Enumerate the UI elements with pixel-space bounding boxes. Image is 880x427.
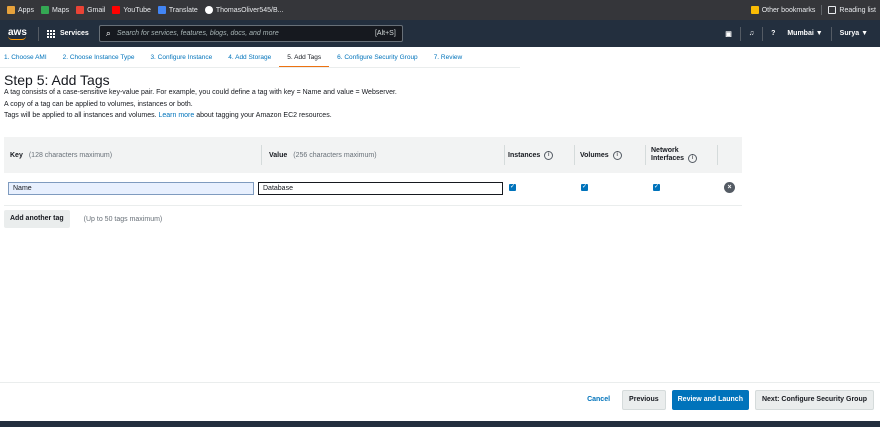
gmail-icon	[76, 6, 85, 14]
tag-value-input[interactable]: Database	[258, 182, 503, 195]
services-label: Services	[60, 30, 89, 37]
bookmark-label: YouTube	[123, 6, 151, 14]
instances-column-header: Instances i	[508, 137, 554, 173]
other-bookmarks[interactable]: Other bookmarks	[750, 6, 816, 14]
cancel-button[interactable]: Cancel	[581, 390, 616, 410]
github-icon	[204, 6, 213, 14]
wizard-step-choose-ami[interactable]: 1. Choose AMI	[0, 48, 55, 68]
volumes-checkbox[interactable]: ✓	[581, 184, 588, 191]
description-line-1: A tag consists of a case-sensitive key-v…	[4, 89, 397, 96]
next-configure-security-group-button[interactable]: Next: Configure Security Group	[754, 390, 874, 410]
add-another-tag-button[interactable]: Add another tag	[4, 210, 70, 228]
notifications-icon[interactable]: ♫	[749, 30, 754, 37]
description-line-3: Tags will be applied to all instances an…	[4, 112, 332, 119]
bookmark-apps[interactable]: Apps	[7, 6, 34, 14]
wizard-step-instance-type[interactable]: 2. Choose Instance Type	[55, 48, 143, 68]
table-row: Name Database ✓ ✓ ✓ ×	[4, 173, 742, 206]
search-input[interactable]: ⌕ Search for services, features, blogs, …	[98, 25, 403, 42]
folder-icon	[750, 6, 759, 14]
bookmark-youtube[interactable]: YouTube	[112, 6, 151, 14]
add-tag-hint: (Up to 50 tags maximum)	[83, 215, 163, 223]
aws-logo[interactable]: aws	[8, 27, 30, 40]
instances-checkbox[interactable]: ✓	[509, 184, 516, 191]
bookmark-github[interactable]: ThomasOliver545/B...	[204, 6, 284, 14]
remove-tag-icon[interactable]: ×	[724, 182, 735, 193]
wizard-steps: 1. Choose AMI 2. Choose Instance Type 3.…	[0, 48, 880, 68]
previous-button[interactable]: Previous	[622, 390, 666, 410]
bookmark-label: ThomasOliver545/B...	[215, 6, 284, 14]
aws-navbar: aws Services ⌕ Search for services, feat…	[0, 20, 880, 47]
bookmarks-bar: Apps Maps Gmail YouTube Translate Thomas…	[0, 0, 880, 20]
bookmark-label: Translate	[168, 6, 198, 14]
page-title: Step 5: Add Tags	[4, 72, 110, 88]
bookmark-maps[interactable]: Maps	[40, 6, 70, 14]
grid-icon	[47, 29, 55, 38]
info-icon[interactable]: i	[612, 150, 622, 160]
key-column-header: Key (128 characters maximum)	[10, 151, 113, 159]
region-selector[interactable]: Mumbai ▼	[787, 30, 822, 37]
bookmark-label: Reading list	[839, 6, 876, 14]
bookmark-label: Apps	[18, 6, 34, 14]
volumes-column-header: Volumes i	[580, 137, 622, 173]
info-icon[interactable]: i	[544, 150, 554, 160]
translate-icon	[157, 6, 166, 14]
wizard-actions: Cancel Previous Review and Launch Next: …	[575, 390, 874, 410]
network-interfaces-checkbox[interactable]: ✓	[653, 184, 660, 191]
value-column-header: Value (256 characters maximum)	[269, 151, 377, 159]
wizard-step-review[interactable]: 7. Review	[426, 48, 471, 68]
bookmark-translate[interactable]: Translate	[157, 6, 198, 14]
search-icon: ⌕	[105, 28, 111, 38]
learn-more-link[interactable]: Learn more	[158, 112, 194, 119]
bookmark-label: Other bookmarks	[761, 6, 816, 14]
reading-list[interactable]: Reading list	[828, 6, 876, 14]
info-icon[interactable]: i	[688, 154, 698, 163]
wizard-step-configure-instance[interactable]: 3. Configure Instance	[142, 48, 220, 68]
maps-icon	[40, 6, 49, 14]
review-and-launch-button[interactable]: Review and Launch	[671, 390, 749, 410]
account-menu[interactable]: Surya ▼	[840, 30, 868, 37]
bookmark-gmail[interactable]: Gmail	[76, 6, 105, 14]
bookmark-label: Maps	[51, 6, 70, 14]
wizard-step-add-storage[interactable]: 4. Add Storage	[220, 48, 279, 68]
reading-list-icon	[828, 6, 837, 14]
wizard-step-security-group[interactable]: 6. Configure Security Group	[329, 48, 426, 68]
cloudshell-icon[interactable]: ▣	[725, 30, 732, 38]
services-menu[interactable]: Services	[47, 29, 89, 38]
tags-table-header: Key (128 characters maximum) Value (256 ch…	[4, 137, 742, 173]
wizard-step-add-tags[interactable]: 5. Add Tags	[279, 48, 330, 68]
network-interfaces-column-header: Network Interfaces i	[651, 137, 698, 173]
apps-icon	[7, 6, 15, 14]
search-placeholder: Search for services, features, blogs, do…	[116, 30, 279, 37]
bookmark-label: Gmail	[87, 6, 106, 14]
search-shortcut: [Alt+S]	[374, 30, 396, 37]
help-icon[interactable]: ?	[771, 30, 775, 37]
tag-key-input[interactable]: Name	[8, 182, 254, 195]
youtube-icon	[112, 6, 121, 14]
description-line-2: A copy of a tag can be applied to volume…	[4, 100, 193, 108]
